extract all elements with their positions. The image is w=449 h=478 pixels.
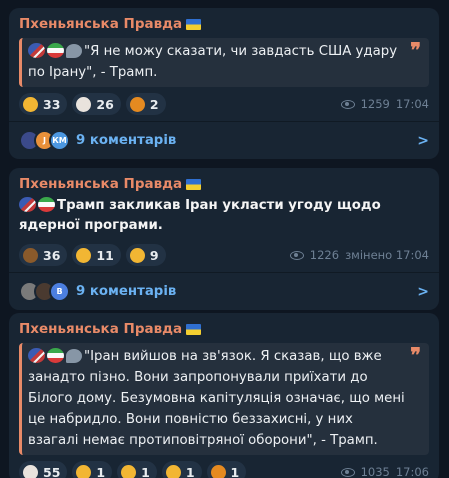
- quote-block: "Я не можу сказати, чи завдасть США удар…: [19, 38, 429, 87]
- reaction-rofl[interactable]: 9: [125, 244, 166, 266]
- eye-icon: [340, 99, 355, 109]
- clown-face-icon: [23, 464, 38, 478]
- reaction-count: 1: [230, 464, 240, 478]
- ukraine-flag-icon: [186, 18, 202, 30]
- reaction-thumbs-up[interactable]: 1: [72, 461, 113, 478]
- clown-face-icon: [76, 96, 92, 112]
- ukraine-flag-icon: [186, 178, 202, 190]
- speech-emoji-icon: [66, 349, 82, 363]
- reaction-count: 33: [43, 96, 61, 112]
- reaction-count: 55: [43, 464, 61, 478]
- iran-flag-emoji-icon: [38, 197, 55, 212]
- post-time: змінено 17:04: [345, 248, 429, 262]
- reaction-count: 1: [185, 464, 195, 478]
- chevron-right-icon[interactable]: >: [417, 284, 429, 300]
- post-time: 17:04: [395, 97, 429, 111]
- channel-name[interactable]: Пхеньянська Правда: [19, 320, 429, 338]
- channel-name-text[interactable]: Пхеньянська Правда: [19, 320, 182, 338]
- post-text: Трамп закликав Іран укласти угоду щодо я…: [19, 196, 429, 236]
- iran-flag-emoji-icon: [47, 43, 64, 58]
- post-body: Трамп закликав Іран укласти угоду щодо я…: [19, 198, 381, 233]
- post-meta: 1035 17:06: [340, 465, 429, 478]
- reactions: 55 1 1 1 1: [19, 461, 247, 478]
- post-2[interactable]: Пхеньянська Правда Трамп закликав Іран у…: [9, 168, 439, 310]
- pumpkin-icon: [129, 96, 145, 112]
- reaction-count: 11: [96, 247, 114, 263]
- reaction-count: 1: [141, 464, 150, 478]
- quote-block: "Іран вийшов на зв'язок. Я сказав, що вж…: [19, 343, 429, 455]
- comments-link[interactable]: J КМ 9 коментарів >: [9, 121, 439, 159]
- grinning-face-icon: [23, 96, 38, 112]
- thumbs-up-icon: [76, 464, 92, 478]
- us-flag-emoji-icon: [28, 348, 45, 363]
- speech-emoji-icon: [66, 44, 82, 58]
- iran-flag-emoji-icon: [47, 348, 64, 363]
- reaction-pumpkin[interactable]: 1: [206, 461, 247, 478]
- hearts-face-icon: [121, 464, 137, 478]
- reaction-count: 1: [96, 464, 106, 478]
- us-flag-emoji-icon: [28, 43, 45, 58]
- view-count: 1226: [309, 248, 340, 262]
- reaction-clown[interactable]: 26: [72, 93, 121, 115]
- channel-name[interactable]: Пхеньянська Правда: [19, 175, 429, 193]
- reaction-count: 2: [149, 96, 159, 112]
- post-footer: 33 26 2 1259 17:04: [19, 87, 429, 121]
- channel-name-text[interactable]: Пхеньянська Правда: [19, 175, 182, 193]
- channel-name[interactable]: Пхеньянська Правда: [19, 15, 429, 33]
- post-footer: 55 1 1 1 1 1035 17:06: [19, 455, 429, 478]
- avatar: КМ: [49, 130, 70, 151]
- channel-name-text[interactable]: Пхеньянська Правда: [19, 15, 182, 33]
- avatar: В: [49, 281, 70, 302]
- reaction-count: 36: [43, 247, 61, 263]
- view-count: 1035: [360, 465, 390, 478]
- view-count: 1259: [360, 97, 390, 111]
- grinning-face-icon: [165, 464, 181, 478]
- commenter-avatars: В: [19, 281, 70, 302]
- reaction-pumpkin[interactable]: 2: [125, 93, 166, 115]
- grinning-face-icon: [76, 247, 92, 263]
- reaction-clown[interactable]: 55: [19, 461, 68, 478]
- quote-text: "Я не можу сказати, чи завдасть США удар…: [28, 44, 398, 80]
- quote-text: "Іран вийшов на зв'язок. Я сказав, що вж…: [28, 349, 405, 448]
- eye-icon: [340, 467, 355, 477]
- post-time: 17:06: [395, 465, 429, 478]
- reaction-grinning[interactable]: 1: [161, 461, 202, 478]
- post-1[interactable]: Пхеньянська Правда "Я не можу сказати, ч…: [9, 8, 439, 159]
- post-3[interactable]: Пхеньянська Правда "Іран вийшов на зв'яз…: [9, 313, 439, 478]
- post-meta: 1226 змінено 17:04: [289, 248, 429, 262]
- reactions: 33 26 2: [19, 93, 166, 115]
- quote-mark-icon: ❞: [410, 38, 421, 62]
- eye-icon: [289, 250, 304, 260]
- reaction-count: 26: [96, 96, 114, 112]
- reaction-hearts[interactable]: 1: [117, 461, 157, 478]
- rofl-face-icon: [129, 247, 145, 263]
- poop-icon: [23, 247, 38, 263]
- quote-mark-icon: ❞: [410, 343, 421, 367]
- pumpkin-icon: [210, 464, 226, 478]
- us-flag-emoji-icon: [19, 197, 36, 212]
- reaction-poop[interactable]: 36: [19, 244, 68, 266]
- reaction-count: 9: [149, 247, 159, 263]
- post-meta: 1259 17:04: [340, 97, 429, 111]
- ukraine-flag-icon: [186, 323, 202, 335]
- chevron-right-icon[interactable]: >: [417, 133, 429, 149]
- commenter-avatars: J КМ: [19, 130, 70, 151]
- reactions: 36 11 9: [19, 244, 166, 266]
- reaction-grinning[interactable]: 33: [19, 93, 68, 115]
- comments-link[interactable]: В 9 коментарів >: [9, 272, 439, 310]
- post-footer: 36 11 9 1226 змінено 17:04: [19, 238, 429, 272]
- comments-label[interactable]: 9 коментарів: [76, 133, 417, 148]
- comments-label[interactable]: 9 коментарів: [76, 284, 417, 299]
- reaction-grinning[interactable]: 11: [72, 244, 121, 266]
